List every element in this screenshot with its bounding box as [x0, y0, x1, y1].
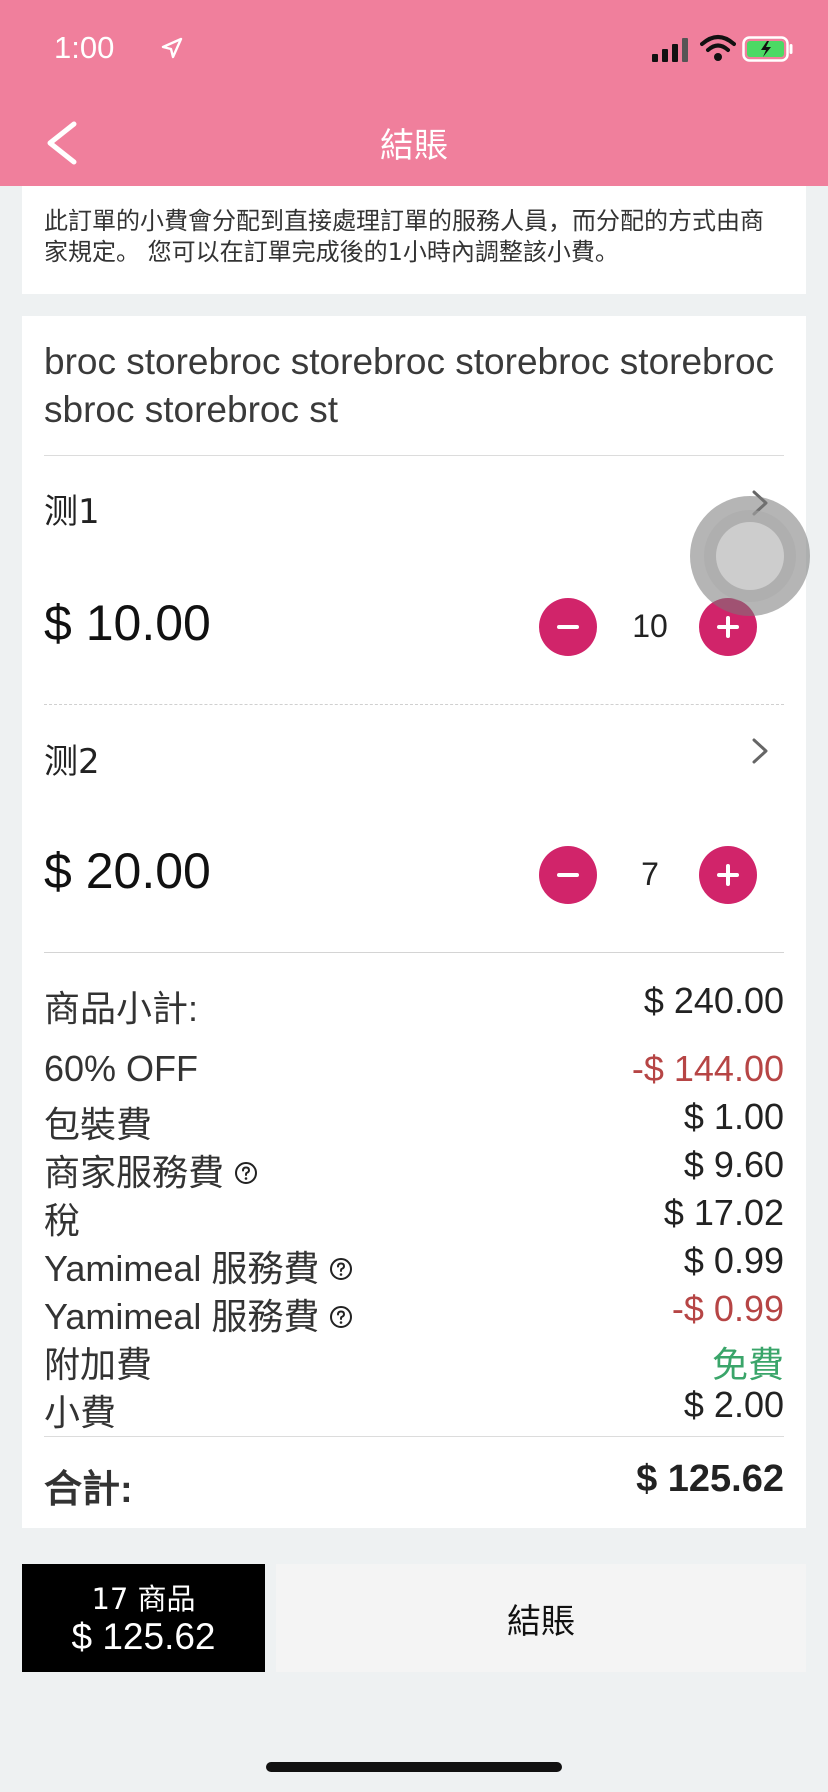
help-icon[interactable] — [234, 1161, 258, 1185]
decrease-quantity-button[interactable] — [539, 846, 597, 904]
packaging-fee-value: $ 1.00 — [683, 1096, 784, 1137]
home-indicator[interactable] — [266, 1762, 562, 1772]
merchant-service-fee-value: $ 9.60 — [683, 1144, 784, 1185]
plus-icon — [717, 864, 739, 886]
platform-service-fee-row: Yamimeal 服務費 — [44, 1240, 353, 1292]
surcharge-value: 免費 — [711, 1344, 784, 1385]
divider — [44, 952, 784, 953]
merchant-service-fee-row: 商家服務費 — [44, 1144, 258, 1196]
platform-service-fee-discount-label: Yamimeal 服務費 — [44, 1296, 320, 1337]
minus-icon — [557, 625, 579, 629]
tip-notice: 此訂單的小費會分配到直接處理訂單的服務人員，而分配的方式由商家規定。 您可以在訂… — [22, 186, 806, 294]
minus-icon — [557, 873, 579, 877]
total-label: 合計: — [44, 1469, 133, 1511]
assistive-touch-center — [716, 522, 784, 590]
cart-summary: 17 商品 $ 125.62 — [22, 1564, 265, 1672]
item-name[interactable]: 测1 — [44, 484, 100, 533]
page-title: 結賬 — [380, 126, 448, 166]
tip-label: 小費 — [44, 1392, 117, 1433]
status-time: 1:00 — [54, 30, 115, 65]
cellular-signal-icon — [652, 38, 688, 62]
packaging-fee-label: 包裝費 — [44, 1104, 153, 1145]
discount-label: 60% OFF — [44, 1048, 199, 1089]
subtotal-label: 商品小計: — [44, 988, 199, 1029]
location-arrow-icon — [161, 37, 183, 59]
plus-icon — [717, 616, 739, 638]
divider — [44, 455, 784, 456]
platform-service-fee-discount-row: Yamimeal 服務費 — [44, 1288, 353, 1340]
chevron-right-icon[interactable] — [748, 734, 772, 768]
item-divider — [44, 704, 784, 705]
order-card: broc storebroc storebroc storebroc store… — [22, 316, 806, 1528]
merchant-service-fee-label: 商家服務費 — [44, 1152, 225, 1193]
item-price: $ 20.00 — [44, 843, 211, 899]
divider — [44, 1436, 784, 1437]
subtotal-value: $ 240.00 — [643, 980, 784, 1021]
help-icon[interactable] — [329, 1305, 353, 1329]
decrease-quantity-button[interactable] — [539, 598, 597, 656]
tip-value: $ 2.00 — [683, 1384, 784, 1425]
increase-quantity-button[interactable] — [699, 846, 757, 904]
item-name[interactable]: 测2 — [44, 734, 100, 783]
wifi-icon — [700, 35, 736, 61]
battery-icon — [742, 36, 793, 62]
store-name: broc storebroc storebroc storebroc store… — [44, 341, 775, 430]
surcharge-label: 附加費 — [44, 1344, 153, 1385]
item-quantity: 7 — [641, 856, 659, 892]
assistive-touch-button[interactable] — [690, 496, 810, 616]
nav-bar: 結賬 — [0, 100, 828, 186]
checkout-button[interactable]: 結賬 — [276, 1564, 806, 1672]
discount-value: -$ 144.00 — [631, 1048, 784, 1089]
item-quantity: 10 — [632, 608, 668, 644]
help-icon[interactable] — [329, 1257, 353, 1281]
platform-service-fee-discount-value: -$ 0.99 — [671, 1288, 784, 1329]
cart-item-count: 17 商品 — [91, 1582, 196, 1616]
total-value: $ 125.62 — [636, 1458, 784, 1500]
status-bar: 1:00 — [0, 0, 828, 100]
checkout-bar: 17 商品 $ 125.62 結賬 — [22, 1552, 806, 1672]
platform-service-fee-label: Yamimeal 服務費 — [44, 1248, 320, 1289]
tax-label: 稅 — [44, 1200, 81, 1241]
cart-total: $ 125.62 — [71, 1616, 216, 1657]
item-price: $ 10.00 — [44, 595, 211, 651]
platform-service-fee-value: $ 0.99 — [683, 1240, 784, 1281]
tax-value: $ 17.02 — [663, 1192, 784, 1233]
